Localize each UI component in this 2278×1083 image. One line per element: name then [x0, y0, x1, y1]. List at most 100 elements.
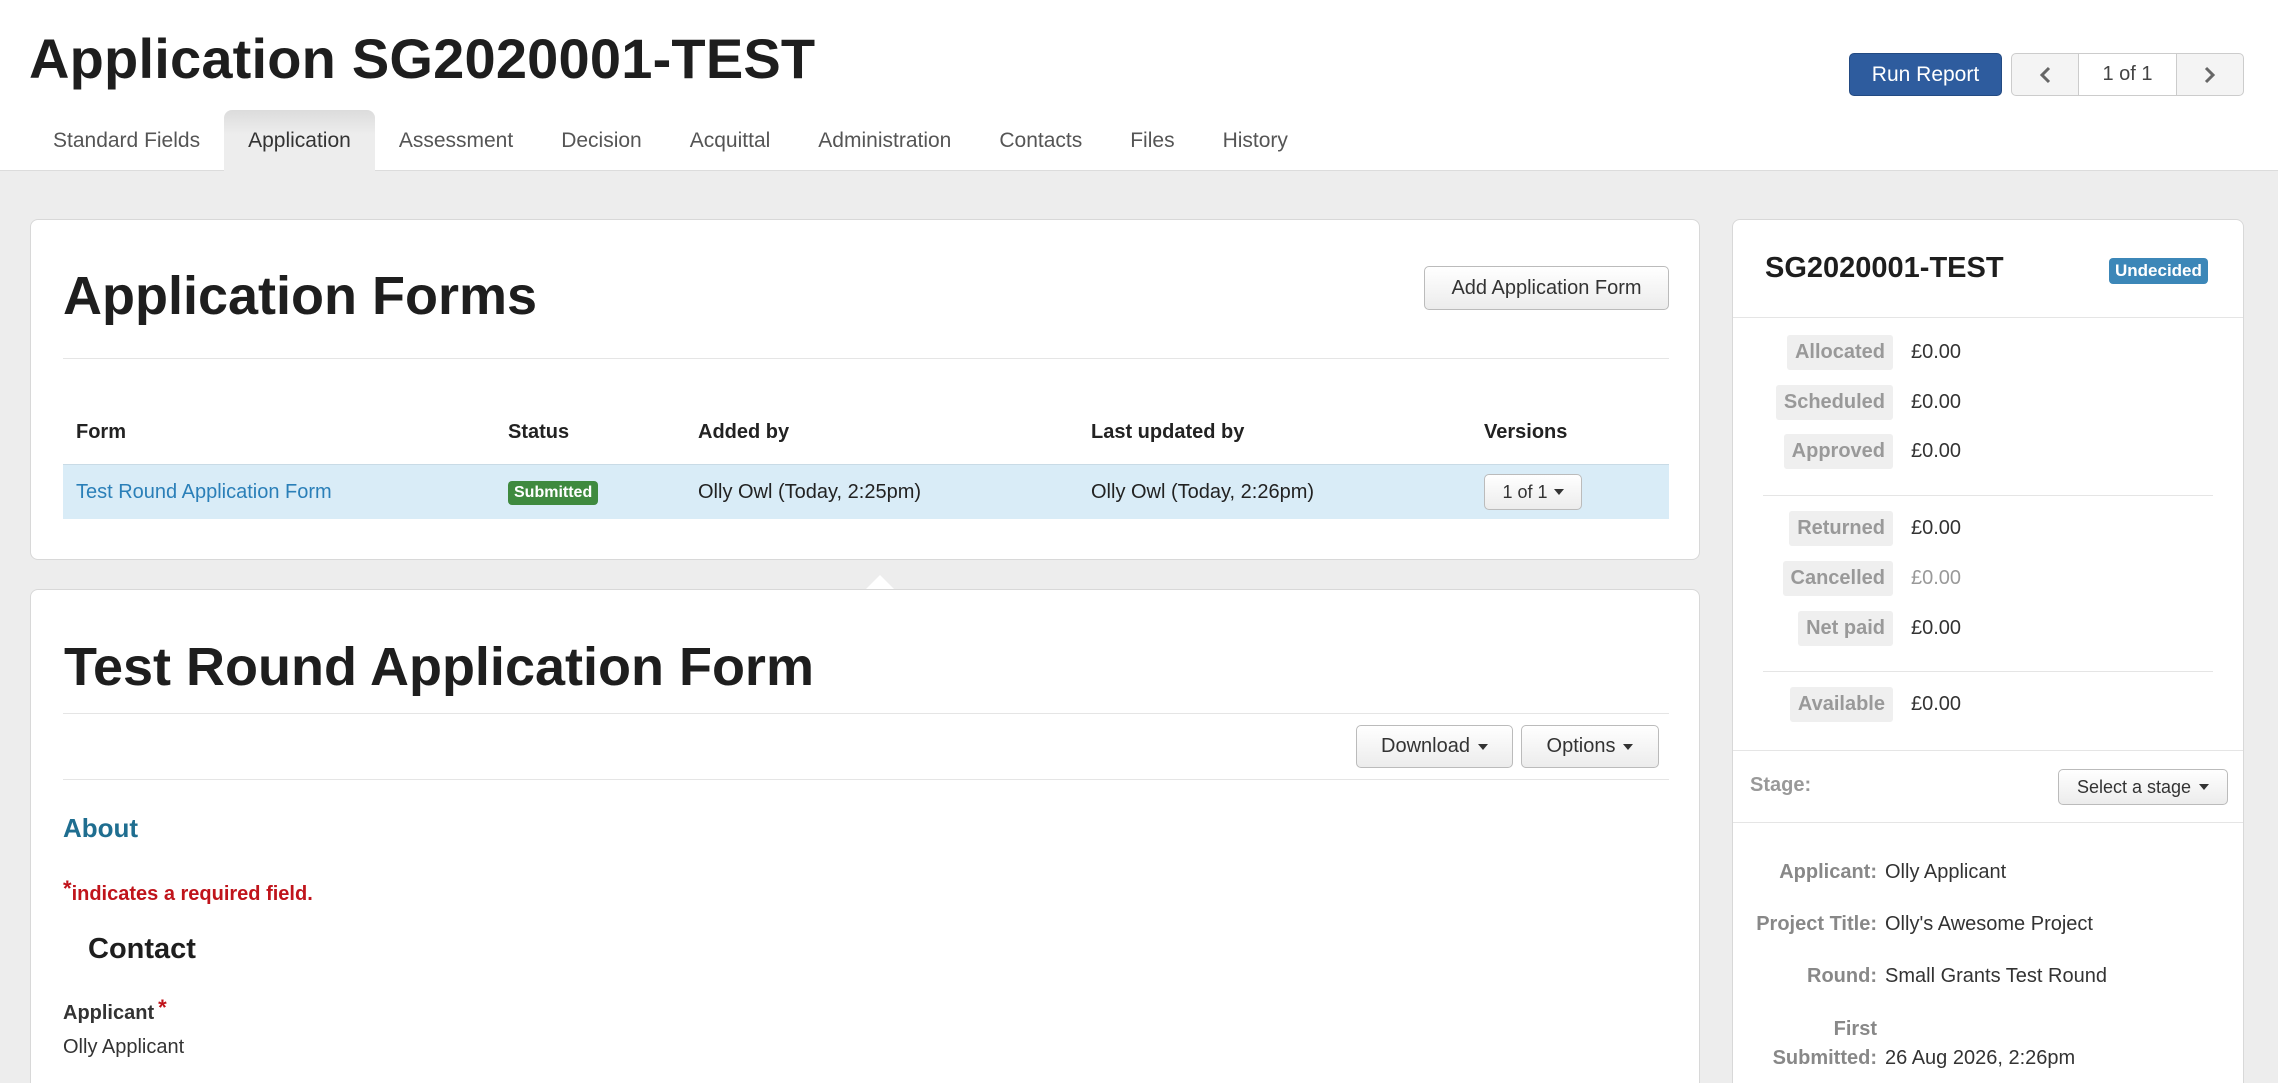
stage-select[interactable]: Select a stage	[2058, 769, 2228, 805]
financial-value: £0.00	[1911, 340, 1962, 363]
tab-decision[interactable]: Decision	[537, 110, 666, 171]
financial-value: £0.00	[1911, 439, 1962, 462]
applicant-link[interactable]: Olly Applicant	[1885, 861, 2006, 884]
applicant-field-label: Applicant *	[63, 995, 167, 1025]
column-header-added-by: Added by	[698, 420, 790, 443]
info-row-first-submitted: First Submitted: 26 Aug 2026, 2:26pm	[1733, 1018, 2243, 1070]
tab-standard-fields[interactable]: Standard Fields	[29, 110, 224, 171]
next-record-button[interactable]	[2177, 54, 2243, 95]
chevron-right-icon	[2204, 66, 2216, 83]
application-forms-table: Form Status Added by Last updated by Ver…	[63, 400, 1669, 519]
divider	[1733, 822, 2243, 823]
divider	[63, 713, 1669, 714]
column-header-form: Form	[76, 420, 126, 443]
info-row-applicant: Applicant: Olly Applicant	[1733, 861, 2243, 884]
tab-administration[interactable]: Administration	[794, 110, 975, 171]
section-title-about: About	[63, 813, 139, 843]
tab-bar: Standard Fields Application Assessment D…	[29, 110, 1312, 171]
divider	[63, 779, 1669, 780]
financial-label: Approved	[1783, 433, 1893, 469]
financial-row-scheduled: Scheduled £0.00	[1759, 382, 1961, 422]
summary-sidebar: SG2020001-TEST Undecided Allocated £0.00…	[1732, 219, 2244, 1083]
caret-down-icon	[1623, 743, 1634, 750]
financial-label: Allocated	[1786, 334, 1893, 370]
last-updated-by-cell: Olly Owl (Today, 2:26pm)	[1091, 480, 1315, 503]
tab-assessment[interactable]: Assessment	[375, 110, 537, 171]
stage-label: Stage:	[1750, 774, 1812, 796]
versions-label: 1 of 1	[1502, 481, 1548, 502]
versions-dropdown[interactable]: 1 of 1	[1484, 474, 1582, 510]
financial-label: Net paid	[1798, 610, 1893, 646]
info-value: 26 Aug 2026, 2:26pm	[1885, 1047, 2076, 1069]
financial-row-available: Available £0.00	[1759, 684, 1961, 724]
caret-down-icon	[1553, 489, 1564, 495]
applicant-field-value: Olly Applicant	[63, 1036, 185, 1058]
info-label: Round:	[1807, 965, 1877, 987]
tab-contacts[interactable]: Contacts	[975, 110, 1106, 171]
record-count: 1 of 1	[2078, 54, 2177, 95]
tab-acquittal[interactable]: Acquittal	[666, 110, 795, 171]
added-by-cell: Olly Owl (Today, 2:25pm)	[698, 480, 922, 503]
divider	[1733, 750, 2243, 751]
form-detail-panel: Test Round Application Form Download Opt…	[30, 589, 1700, 1083]
info-row-round: Round: Small Grants Test Round	[1733, 965, 2243, 988]
divider	[1733, 317, 2243, 318]
tab-files[interactable]: Files	[1106, 110, 1198, 171]
run-report-button[interactable]: Run Report	[1849, 53, 2002, 96]
pointer-arrow-icon	[865, 575, 895, 590]
caret-down-icon	[2199, 784, 2210, 790]
info-label-line: Submitted:	[1772, 1047, 1877, 1069]
financial-label: Cancelled	[1782, 560, 1893, 596]
info-label-line: First	[1833, 1018, 1877, 1040]
financial-value: £0.00	[1911, 692, 1962, 715]
financial-label: Returned	[1789, 510, 1893, 546]
options-button[interactable]: Options	[1521, 725, 1659, 768]
financial-value: £0.00	[1911, 616, 1962, 639]
financial-label: Available	[1789, 686, 1893, 722]
required-field-note: *indicates a required field.	[63, 876, 313, 906]
financial-row-net-paid: Net paid £0.00	[1759, 608, 1961, 648]
required-star: *	[158, 995, 167, 1020]
financial-row-allocated: Allocated £0.00	[1759, 332, 1961, 372]
download-button[interactable]: Download	[1356, 725, 1513, 768]
page-header: Application SG2020001-TEST Standard Fiel…	[0, 0, 2278, 171]
download-label: Download	[1381, 735, 1470, 757]
form-title: Test Round Application Form	[64, 637, 814, 697]
status-badge: Undecided	[2109, 258, 2208, 284]
application-forms-title: Application Forms	[63, 266, 538, 326]
financial-label: Scheduled	[1775, 384, 1893, 420]
column-header-versions: Versions	[1484, 420, 1568, 443]
contact-heading: Contact	[88, 933, 196, 965]
table-row[interactable]: Test Round Application Form Submitted Ol…	[63, 464, 1669, 519]
divider	[63, 358, 1669, 359]
table-header: Form Status Added by Last updated by Ver…	[63, 400, 1669, 464]
caret-down-icon	[1477, 743, 1488, 750]
divider	[1763, 495, 2213, 496]
required-star: *	[63, 876, 72, 901]
previous-record-button[interactable]	[2012, 54, 2078, 95]
info-value: Olly's Awesome Project	[1885, 913, 2093, 935]
financial-value: £0.00	[1911, 390, 1962, 413]
info-label: Applicant:	[1779, 861, 1877, 883]
financial-row-approved: Approved £0.00	[1759, 431, 1961, 471]
info-row-project-title: Project Title: Olly's Awesome Project	[1733, 913, 2243, 936]
add-application-form-button[interactable]: Add Application Form	[1424, 266, 1669, 310]
tab-history[interactable]: History	[1199, 110, 1312, 171]
application-forms-panel: Application Forms Add Application Form F…	[30, 219, 1700, 560]
column-header-last-updated-by: Last updated by	[1091, 420, 1245, 443]
column-header-status: Status	[508, 420, 570, 443]
info-label: Project Title:	[1756, 913, 1877, 935]
financial-row-cancelled: Cancelled £0.00	[1759, 558, 1961, 598]
financial-row-returned: Returned £0.00	[1759, 508, 1961, 548]
form-link[interactable]: Test Round Application Form	[76, 481, 332, 503]
sidebar-title: SG2020001-TEST	[1765, 252, 2004, 284]
record-pager: 1 of 1	[2011, 53, 2244, 96]
info-label: First Submitted:	[1733, 1018, 1885, 1070]
tab-application[interactable]: Application	[224, 110, 375, 171]
applicant-label-text: Applicant	[63, 1002, 155, 1024]
status-badge: Submitted	[508, 480, 599, 505]
page-title: Application SG2020001-TEST	[29, 27, 816, 90]
stage-select-label: Select a stage	[2076, 776, 2192, 797]
round-link[interactable]: Small Grants Test Round	[1885, 965, 2107, 988]
divider	[1763, 671, 2213, 672]
